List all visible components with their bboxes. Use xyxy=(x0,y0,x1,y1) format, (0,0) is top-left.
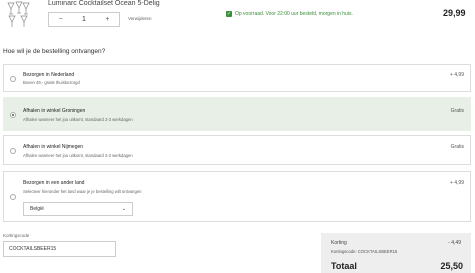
option-subtitle: Afhalen wanneer het jou uitkomt, standaa… xyxy=(23,153,133,158)
coupon-label: Kortingscode xyxy=(3,233,30,238)
delivery-heading: Hoe wil je de bestelling ontvangen? xyxy=(3,48,106,55)
delivery-option-abroad[interactable]: Bezorgen in een ander land Selecteer hie… xyxy=(3,171,471,222)
option-price: Gratis xyxy=(450,108,464,114)
quantity-stepper[interactable]: − 1 + xyxy=(48,12,120,27)
quantity-value[interactable]: 1 xyxy=(72,16,95,23)
total-value: 25,50 xyxy=(440,261,463,271)
stock-status: ✓ Op voorraad. Voor 22:00 uur besteld, m… xyxy=(226,11,353,17)
delivery-option-groningen[interactable]: Afhalen in winkel Groningen Afhalen wann… xyxy=(3,97,471,131)
discount-amount: - 4,49 xyxy=(448,240,461,246)
country-select[interactable]: België ⌄ xyxy=(23,202,133,216)
option-subtitle: Afhalen wanneer het jou uitkomt, standaa… xyxy=(23,117,133,122)
country-value: België xyxy=(30,206,44,212)
option-price: + 4,99 xyxy=(449,72,464,78)
product-image xyxy=(7,1,30,27)
radio-button[interactable] xyxy=(10,148,16,154)
delivery-option-nijmegen[interactable]: Afhalen in winkel Nijmegen Afhalen wanne… xyxy=(3,135,471,165)
delivery-option-nl[interactable]: Bezorgen in Nederland Boven 49,- gratis … xyxy=(3,64,471,92)
option-price: + 4,99 xyxy=(449,180,464,186)
order-summary: Korting Kortingscode: COCKTAILSBEER15 - … xyxy=(321,233,471,273)
option-price: Gratis xyxy=(450,144,464,150)
quantity-minus-button[interactable]: − xyxy=(49,16,72,23)
radio-button[interactable] xyxy=(10,194,16,200)
discount-code: Kortingscode: COCKTAILSBEER15 xyxy=(331,249,398,254)
radio-button[interactable] xyxy=(10,112,16,118)
option-title: Afhalen in winkel Nijmegen xyxy=(23,144,84,150)
radio-button[interactable] xyxy=(10,76,16,82)
stock-text: Op voorraad. Voor 22:00 uur besteld, mor… xyxy=(235,11,353,17)
product-price: 29,99 xyxy=(443,8,466,18)
product-title: Luminarc Cocktailset Ocean 5-Delig xyxy=(48,0,160,7)
total-label: Totaal xyxy=(331,261,357,271)
remove-link[interactable]: Verwijderen xyxy=(128,16,152,21)
quantity-plus-button[interactable]: + xyxy=(96,16,119,23)
discount-label: Korting xyxy=(331,240,347,246)
option-subtitle: Selecteer hieronder het land waar je je … xyxy=(23,189,142,194)
check-icon: ✓ xyxy=(226,11,232,17)
option-title: Bezorgen in een ander land xyxy=(23,180,85,186)
option-title: Bezorgen in Nederland xyxy=(23,72,75,78)
option-subtitle: Boven 49,- gratis thuisbezorgd xyxy=(23,80,80,85)
coupon-input[interactable]: COCKTAILSBEER15 xyxy=(3,241,116,257)
option-title: Afhalen in winkel Groningen xyxy=(23,108,86,114)
chevron-down-icon: ⌄ xyxy=(121,206,126,212)
